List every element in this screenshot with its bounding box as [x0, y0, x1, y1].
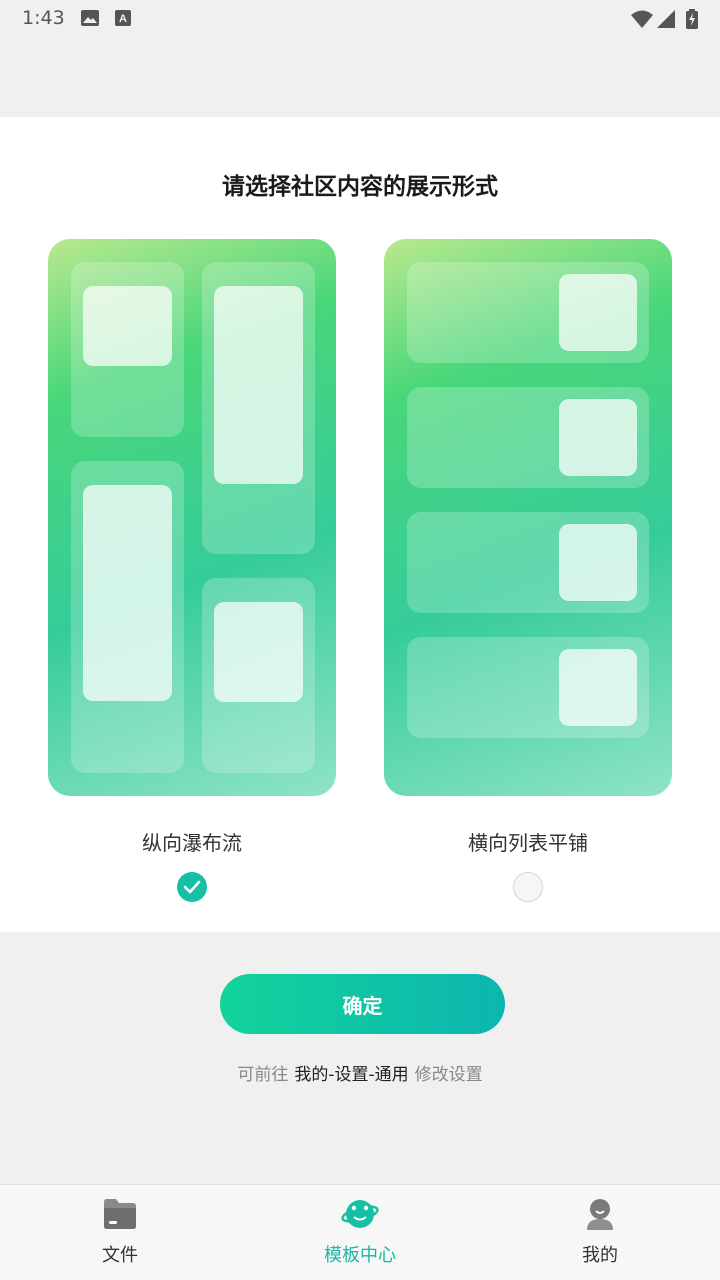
waterfall-preview[interactable]: [48, 239, 336, 796]
preview-tile-image: [83, 485, 172, 701]
folder-icon: [102, 1197, 138, 1235]
wifi-icon: [630, 9, 654, 33]
status-time: 1:43: [22, 7, 65, 29]
preview-tile-image: [214, 602, 303, 702]
hint-suffix: 修改设置: [414, 1065, 483, 1085]
preview-row: [407, 387, 649, 488]
preview-row: [407, 512, 649, 613]
tab-label-files: 文件: [102, 1245, 138, 1266]
settings-hint: 可前往 我的-设置-通用 修改设置: [0, 1060, 720, 1085]
option-label-waterfall: 纵向瀑布流: [142, 831, 242, 855]
list-preview[interactable]: [384, 239, 672, 796]
preview-row-image: [559, 649, 637, 726]
preview-tile: [71, 461, 184, 773]
option-label-list: 横向列表平铺: [468, 831, 588, 855]
radio-list-unchecked[interactable]: [513, 872, 543, 902]
top-spacer: [0, 36, 720, 117]
preview-row: [407, 262, 649, 363]
preview-tile: [202, 262, 315, 554]
tab-label-mine: 我的: [582, 1245, 618, 1266]
preview-row-image: [559, 524, 637, 601]
battery-charging-icon: [686, 9, 698, 33]
font-icon: A: [114, 9, 132, 31]
confirm-button[interactable]: 确定: [220, 974, 505, 1034]
preview-row-image: [559, 399, 637, 476]
image-icon: [80, 9, 100, 31]
panel-title: 请选择社区内容的展示形式: [222, 174, 498, 200]
radio-waterfall-checked[interactable]: [177, 872, 207, 902]
checkmark-icon: [183, 880, 201, 894]
planet-icon: [341, 1197, 379, 1235]
signal-icon: [656, 9, 676, 33]
preview-tile-image: [214, 286, 303, 484]
tab-label-template-center: 模板中心: [324, 1245, 396, 1266]
bottom-tab-bar: 文件 模板中心 我的: [0, 1184, 720, 1280]
status-bar: 1:43 A: [0, 0, 720, 36]
preview-tile: [71, 262, 184, 437]
svg-text:A: A: [119, 13, 127, 25]
preview-tile-image: [83, 286, 172, 366]
tab-template-center[interactable]: 模板中心: [240, 1185, 480, 1280]
tab-mine[interactable]: 我的: [480, 1185, 720, 1280]
display-mode-panel: 请选择社区内容的展示形式 纵向瀑布流 横向列表平铺: [0, 117, 720, 932]
tab-files[interactable]: 文件: [0, 1185, 240, 1280]
preview-tile: [202, 578, 315, 773]
preview-row-image: [559, 274, 637, 351]
hint-settings-path: 我的-设置-通用: [294, 1065, 409, 1085]
preview-row: [407, 637, 649, 738]
user-icon: [584, 1197, 616, 1235]
hint-prefix: 可前往: [237, 1065, 289, 1085]
